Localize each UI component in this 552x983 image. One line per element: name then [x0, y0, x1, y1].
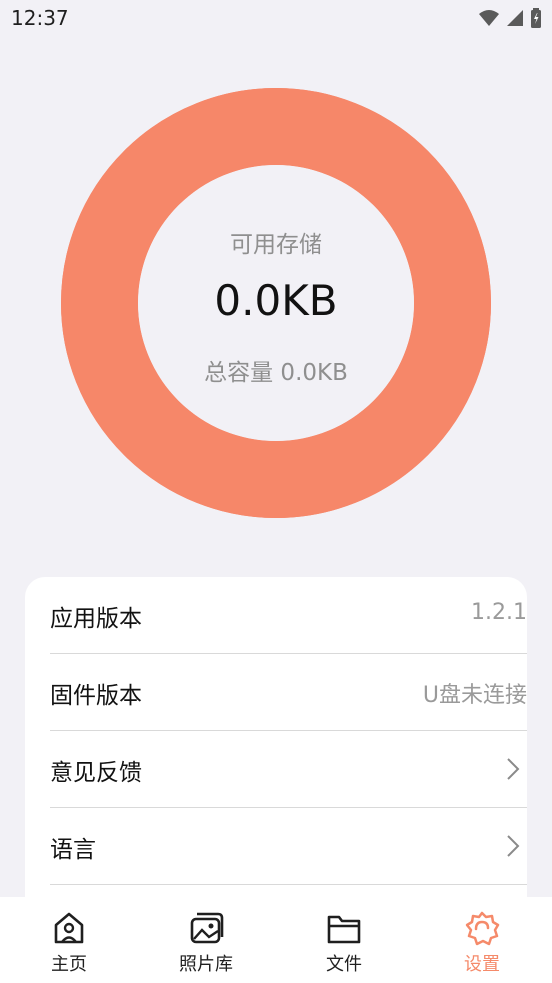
- feedback-row[interactable]: 意见反馈: [50, 731, 527, 808]
- nav-photo-library-label: 照片库: [179, 954, 233, 975]
- nav-photo-library[interactable]: 照片库: [156, 907, 256, 977]
- settings-card: 应用版本 1.2.1 固件版本 U盘未连接 意见反馈 语言: [25, 577, 527, 907]
- storage-summary: 可用存储 0.0KB 总容量 0.0KB: [61, 88, 491, 518]
- photo-library-icon: [190, 912, 224, 944]
- language-row[interactable]: 语言: [50, 808, 527, 885]
- nav-files[interactable]: 文件: [294, 907, 394, 977]
- folder-icon: [327, 915, 361, 944]
- wifi-icon: [479, 10, 499, 26]
- firmware-version-label: 固件版本: [50, 683, 142, 709]
- chevron-right-icon: [507, 835, 520, 857]
- app-version-row: 应用版本 1.2.1: [50, 577, 527, 654]
- nav-home[interactable]: 主页: [19, 907, 119, 977]
- app-version-label: 应用版本: [50, 606, 142, 632]
- total-capacity-text: 总容量 0.0KB: [204, 360, 348, 386]
- nav-home-label: 主页: [51, 954, 87, 975]
- status-time: 12:37: [11, 6, 69, 30]
- settings-gear-icon: [465, 911, 500, 946]
- language-label: 语言: [50, 837, 96, 863]
- nav-files-label: 文件: [326, 954, 362, 975]
- home-icon: [54, 912, 84, 944]
- chevron-right-icon: [507, 758, 520, 780]
- bottom-nav: 主页 照片库 文件 设置: [0, 897, 552, 983]
- signal-icon: [507, 10, 523, 26]
- battery-icon: [531, 8, 541, 28]
- app-version-value: 1.2.1: [471, 600, 527, 625]
- firmware-version-row: 固件版本 U盘未连接: [50, 654, 527, 731]
- available-storage-value: 0.0KB: [214, 276, 338, 325]
- status-bar: 12:37: [0, 0, 552, 38]
- available-storage-label: 可用存储: [230, 232, 322, 258]
- status-icons: [478, 8, 542, 28]
- nav-settings-label: 设置: [464, 954, 500, 975]
- nav-settings[interactable]: 设置: [432, 907, 532, 977]
- feedback-label: 意见反馈: [50, 760, 142, 786]
- firmware-version-value: U盘未连接: [422, 683, 527, 708]
